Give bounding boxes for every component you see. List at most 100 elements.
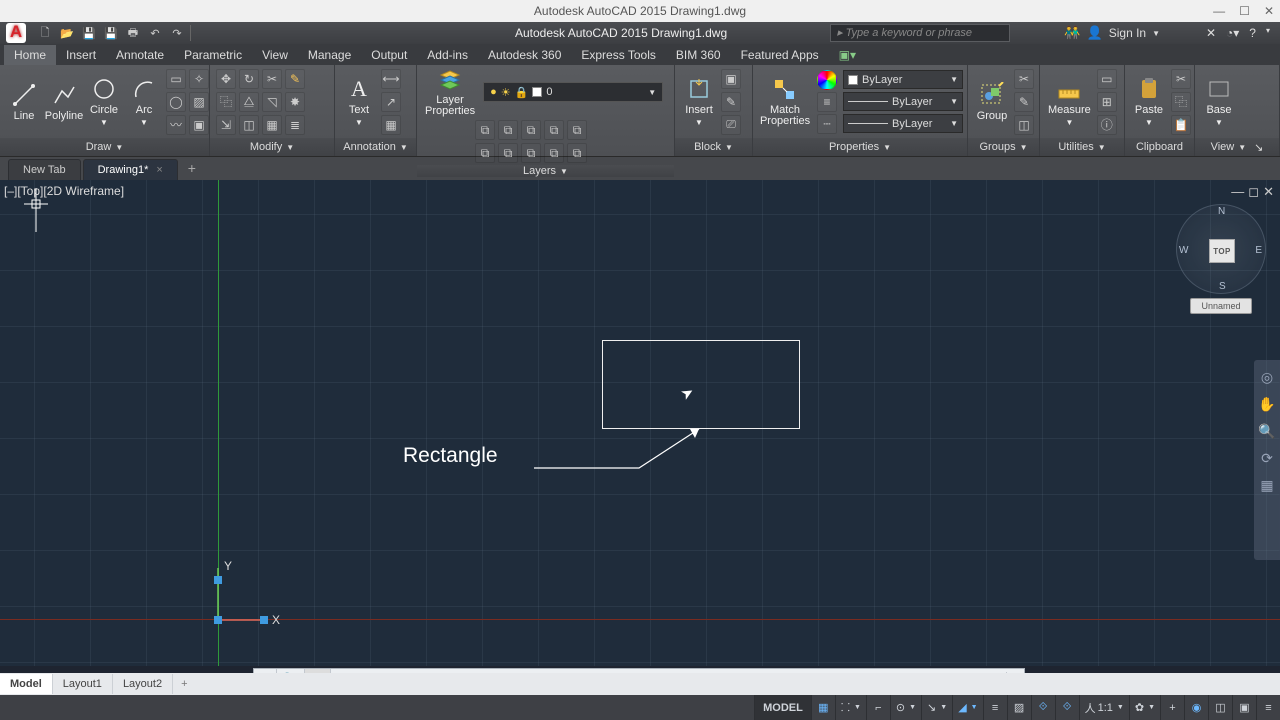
attribute-icon[interactable]: ⎚ [721, 115, 741, 135]
layer-tool-icon[interactable]: ⧉ [498, 143, 518, 163]
rectangle-icon[interactable]: ▭ [166, 69, 186, 89]
layer-tool-icon[interactable]: ⧉ [567, 143, 587, 163]
orbit-icon[interactable]: ⟳ [1261, 450, 1273, 467]
signin-button[interactable]: Sign In [1109, 26, 1146, 40]
panel-clipboard-title[interactable]: Clipboard [1125, 138, 1194, 156]
drawing-canvas[interactable]: [–][Top][2D Wireframe] — ◻ ✕ ➤ Rectangle… [0, 180, 1280, 666]
group-edit-icon[interactable]: ✎ [1014, 92, 1034, 112]
layer-tool-icon[interactable]: ⧉ [544, 143, 564, 163]
panel-properties-title[interactable]: Properties▼ [753, 138, 967, 156]
add-tab-button[interactable]: + [180, 156, 204, 180]
color-wheel-icon[interactable] [817, 70, 837, 90]
plot-icon[interactable]: 🖶 [124, 24, 142, 42]
new-icon[interactable]: 🗋 [36, 24, 54, 42]
infocenter-icon[interactable]: 👬 [1064, 25, 1080, 41]
lineweight-bylayer-dropdown[interactable]: ByLayer▼ [843, 92, 963, 111]
vp-minimize[interactable]: — [1231, 184, 1244, 200]
ortho-toggle-icon[interactable]: ⌐ [866, 695, 890, 720]
ribbon-tab-featuredapps[interactable]: Featured Apps [731, 45, 829, 65]
osnap-toggle-icon[interactable]: ◢▼ [952, 695, 982, 720]
cleanscreen-icon[interactable]: ▣ [1232, 695, 1256, 720]
paste-button[interactable]: Paste▼ [1131, 76, 1167, 127]
panel-modify-title[interactable]: Modify▼ [210, 138, 334, 156]
layer-tool-icon[interactable]: ⧉ [544, 120, 564, 140]
id-point-icon[interactable]: ⓘ [1097, 115, 1117, 135]
draw-tool-icon[interactable]: ✧ [189, 69, 209, 89]
annoscale-icon[interactable]: ⟐ [1031, 695, 1055, 720]
saveas-icon[interactable]: 💾 [102, 24, 120, 42]
edit-block-icon[interactable]: ✎ [721, 92, 741, 112]
rotate-icon[interactable]: ↻ [239, 69, 259, 89]
offset-icon[interactable]: ≣ [285, 115, 305, 135]
ribbon-tab-insert[interactable]: Insert [56, 45, 106, 65]
text-button[interactable]: A Text▼ [341, 76, 377, 127]
doctab-drawing1[interactable]: Drawing1*× [83, 159, 178, 180]
panel-annotation-title[interactable]: Annotation▼ [335, 138, 416, 156]
ucs-dropdown[interactable]: Unnamed [1190, 298, 1252, 314]
isolate-objects-icon[interactable]: ◫ [1208, 695, 1232, 720]
leader-icon[interactable]: ↗ [381, 92, 401, 112]
layer-tool-icon[interactable]: ⧉ [567, 120, 587, 140]
showmotion-icon[interactable]: ▦ [1260, 477, 1273, 494]
signin-icon[interactable]: 👤 [1087, 25, 1103, 41]
save-icon[interactable]: 💾 [80, 24, 98, 42]
hatch-icon[interactable]: ▨ [189, 92, 209, 112]
dimension-icon[interactable]: ⟷ [381, 69, 401, 89]
ribbon-tab-addins[interactable]: Add-ins [417, 45, 478, 65]
viewcube[interactable]: N S E W TOP Unnamed [1176, 204, 1266, 300]
layer-tool-icon[interactable]: ⧉ [475, 120, 495, 140]
create-block-icon[interactable]: ▣ [721, 69, 741, 89]
rectangle-entity[interactable] [602, 340, 800, 429]
lineweight-toggle-icon[interactable]: ≡ [983, 695, 1007, 720]
layer-tool-icon[interactable]: ⧉ [521, 120, 541, 140]
isoplane-icon[interactable]: ↘▼ [921, 695, 952, 720]
insert-button[interactable]: Insert▼ [681, 76, 717, 127]
layer-tool-icon[interactable]: ⧉ [521, 143, 541, 163]
group-button[interactable]: Group [974, 82, 1010, 122]
transparency-toggle-icon[interactable]: ▨ [1007, 695, 1031, 720]
panel-view-title[interactable]: View▼↘ [1195, 138, 1279, 156]
cut-icon[interactable]: ✂ [1171, 69, 1191, 89]
quickcalc-icon[interactable]: ⊞ [1097, 92, 1117, 112]
linetype-icon[interactable]: ┄ [817, 114, 837, 134]
compass-e[interactable]: E [1255, 245, 1262, 256]
panel-draw-title[interactable]: Draw▼ [0, 138, 209, 156]
group-select-icon[interactable]: ◫ [1014, 115, 1034, 135]
ribbon-tab-expand[interactable]: ▣▾ [829, 45, 866, 65]
close-tab-icon[interactable]: × [156, 164, 162, 176]
match-properties-button[interactable]: MatchProperties [759, 77, 811, 127]
arc-button[interactable]: Arc▼ [126, 76, 162, 127]
full-nav-wheel-icon[interactable]: ◎ [1261, 369, 1273, 386]
annotation-monitor-icon[interactable]: + [1160, 695, 1184, 720]
panel-block-title[interactable]: Block▼ [675, 138, 752, 156]
color-bylayer-dropdown[interactable]: ByLayer▼ [843, 70, 963, 89]
viewport-controls[interactable]: [–][Top][2D Wireframe] [4, 184, 124, 198]
compass-w[interactable]: W [1179, 245, 1188, 256]
layer-tool-icon[interactable]: ⧉ [498, 120, 518, 140]
grid-toggle-icon[interactable]: ▦ [811, 695, 835, 720]
base-view-button[interactable]: Base▼ [1201, 76, 1237, 127]
compass-n[interactable]: N [1218, 206, 1225, 217]
ellipse-icon[interactable]: ◯ [166, 92, 186, 112]
layer-dropdown[interactable]: ● ☀ 🔒 0 ▼ [483, 82, 663, 102]
ribbon-tab-bim360[interactable]: BIM 360 [666, 45, 731, 65]
help-search-input[interactable]: ▸ Type a keyword or phrase [830, 24, 1010, 42]
lineweight-icon[interactable]: ≡ [817, 92, 837, 112]
undo-icon[interactable]: ↶ [146, 24, 164, 42]
array-icon[interactable]: ▦ [262, 115, 282, 135]
scale-dropdown[interactable]: 人 1:1▼ [1079, 695, 1129, 720]
ribbon-tab-annotate[interactable]: Annotate [106, 45, 174, 65]
ungroup-icon[interactable]: ✂ [1014, 69, 1034, 89]
workspace-switch-icon[interactable]: ✿▼ [1129, 695, 1160, 720]
copy-clip-icon[interactable]: ⿻ [1171, 92, 1191, 112]
line-button[interactable]: Line [6, 82, 42, 122]
open-icon[interactable]: 📂 [58, 24, 76, 42]
ucs-icon[interactable]: Y X [206, 558, 286, 634]
panel-layers-title[interactable]: Layers▼ [417, 165, 674, 177]
add-layout-button[interactable]: + [173, 674, 195, 694]
viewcube-top-face[interactable]: TOP [1209, 239, 1235, 263]
app-logo[interactable]: A [6, 23, 26, 43]
exchange-icon[interactable]: ✕ [1206, 26, 1216, 40]
vp-close[interactable]: ✕ [1263, 184, 1274, 200]
pan-icon[interactable]: ✋ [1258, 396, 1275, 413]
